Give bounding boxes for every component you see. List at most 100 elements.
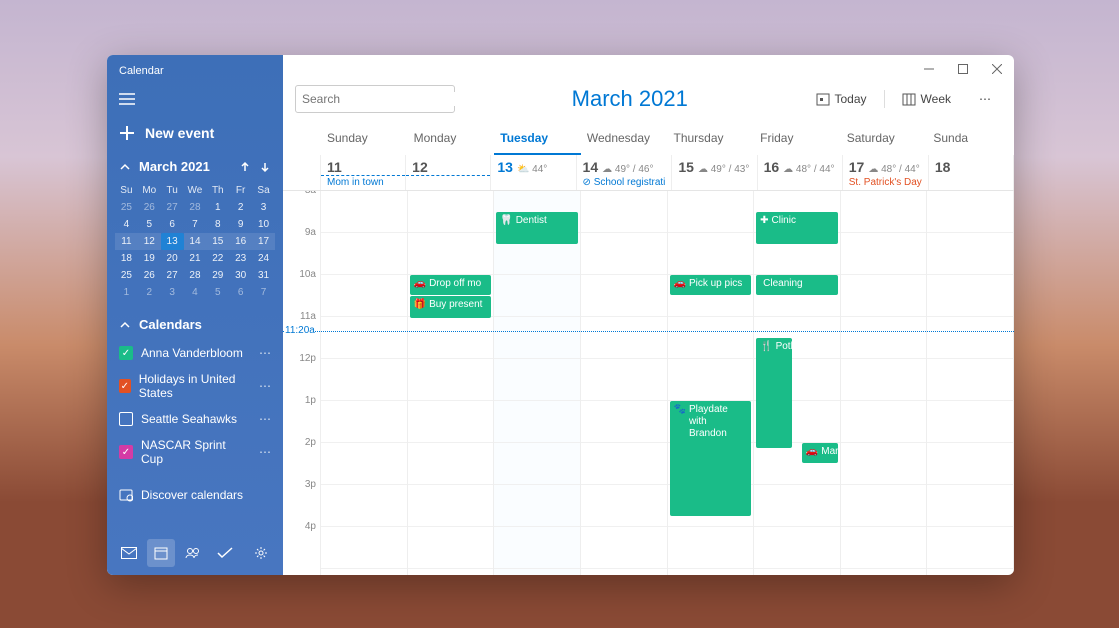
day-column[interactable]: 🦷Dentist bbox=[494, 191, 581, 575]
mini-cal-day[interactable]: 25 bbox=[115, 199, 138, 216]
mini-cal-day[interactable]: 27 bbox=[161, 267, 184, 284]
mini-cal-day[interactable]: 12 bbox=[138, 233, 161, 250]
date-cell[interactable]: 14☁ 49° / 46°⊘ School registrati bbox=[577, 155, 673, 190]
week-button[interactable]: Week bbox=[891, 86, 962, 112]
calendar-item[interactable]: NASCAR Sprint Cup⋯ bbox=[117, 432, 273, 472]
arrow-up-icon[interactable] bbox=[239, 161, 251, 173]
date-cell[interactable]: 17☁ 48° / 44°St. Patrick's Day bbox=[843, 155, 929, 190]
mini-cal-day[interactable]: 4 bbox=[115, 216, 138, 233]
day-header[interactable]: Sunda bbox=[927, 123, 1014, 155]
calendar-item[interactable]: Anna Vanderbloom⋯ bbox=[117, 340, 273, 366]
mail-icon[interactable] bbox=[115, 539, 143, 567]
mini-cal-day[interactable]: 11 bbox=[115, 233, 138, 250]
more-icon[interactable]: ⋯ bbox=[259, 412, 271, 426]
date-cell[interactable]: 11Mom in town bbox=[321, 155, 406, 190]
mini-cal-day[interactable]: 8 bbox=[206, 216, 229, 233]
arrow-down-icon[interactable] bbox=[259, 161, 271, 173]
event[interactable]: 🚗Drop off mo bbox=[410, 275, 492, 295]
mini-cal-day[interactable]: 28 bbox=[184, 267, 207, 284]
more-icon[interactable]: ⋯ bbox=[259, 445, 271, 459]
mini-cal-day[interactable]: 2 bbox=[138, 284, 161, 301]
mini-cal-day[interactable]: 23 bbox=[229, 250, 252, 267]
event[interactable]: 🐾Playdate with Brandon bbox=[670, 401, 752, 516]
mini-cal-day[interactable]: 5 bbox=[138, 216, 161, 233]
new-event-button[interactable]: New event bbox=[107, 115, 283, 151]
date-cell[interactable]: 18 bbox=[929, 155, 1014, 190]
hamburger-icon[interactable] bbox=[107, 87, 283, 115]
mini-cal-day[interactable]: 17 bbox=[252, 233, 275, 250]
more-button[interactable]: ⋯ bbox=[968, 86, 1002, 112]
mini-cal-day[interactable]: 1 bbox=[115, 284, 138, 301]
mini-cal-day[interactable]: 26 bbox=[138, 267, 161, 284]
settings-icon[interactable] bbox=[247, 539, 275, 567]
day-column[interactable] bbox=[841, 191, 928, 575]
chevron-up-icon[interactable] bbox=[119, 161, 131, 173]
mini-cal-day[interactable]: 4 bbox=[184, 284, 207, 301]
mini-cal-day[interactable]: 22 bbox=[206, 250, 229, 267]
event[interactable]: 🍴Potl bbox=[756, 338, 792, 448]
day-header[interactable]: Thursday bbox=[668, 123, 755, 155]
event[interactable]: 🎁Buy present bbox=[410, 296, 492, 318]
people-icon[interactable] bbox=[179, 539, 207, 567]
mini-cal-day[interactable]: 7 bbox=[184, 216, 207, 233]
mini-cal-day[interactable]: 18 bbox=[115, 250, 138, 267]
date-cell[interactable]: 16☁ 48° / 44° bbox=[758, 155, 843, 190]
mini-cal-day[interactable]: 21 bbox=[184, 250, 207, 267]
mini-cal-day[interactable]: 6 bbox=[161, 216, 184, 233]
day-column[interactable] bbox=[581, 191, 668, 575]
more-icon[interactable]: ⋯ bbox=[259, 379, 271, 393]
checkbox[interactable] bbox=[119, 412, 133, 426]
day-header[interactable]: Tuesday bbox=[494, 123, 581, 155]
mini-cal-day[interactable]: 6 bbox=[229, 284, 252, 301]
checkbox[interactable] bbox=[119, 379, 131, 393]
chevron-up-icon[interactable] bbox=[119, 319, 131, 331]
day-header[interactable]: Wednesday bbox=[581, 123, 668, 155]
mini-cal-day[interactable]: 29 bbox=[206, 267, 229, 284]
mini-cal-day[interactable]: 13 bbox=[161, 233, 184, 250]
mini-cal-day[interactable]: 10 bbox=[252, 216, 275, 233]
event[interactable]: 🦷Dentist bbox=[496, 212, 578, 244]
search-input[interactable] bbox=[302, 92, 457, 106]
mini-cal-day[interactable]: 30 bbox=[229, 267, 252, 284]
mini-cal-day[interactable]: 20 bbox=[161, 250, 184, 267]
day-header[interactable]: Friday bbox=[754, 123, 841, 155]
mini-cal-day[interactable]: 19 bbox=[138, 250, 161, 267]
mini-cal-day[interactable]: 25 bbox=[115, 267, 138, 284]
day-column[interactable]: 🚗Pick up pics 🐾Playdate with Brandon bbox=[668, 191, 755, 575]
day-header[interactable]: Monday bbox=[408, 123, 495, 155]
day-column[interactable]: 🚗Drop off mo🎁Buy present bbox=[408, 191, 495, 575]
todo-icon[interactable] bbox=[211, 539, 239, 567]
mini-cal-day[interactable]: 28 bbox=[184, 199, 207, 216]
mini-cal-day[interactable]: 3 bbox=[252, 199, 275, 216]
calendar-item[interactable]: Seattle Seahawks⋯ bbox=[117, 406, 273, 432]
mini-cal-day[interactable]: 7 bbox=[252, 284, 275, 301]
day-column[interactable] bbox=[927, 191, 1014, 575]
mini-cal-day[interactable]: 16 bbox=[229, 233, 252, 250]
mini-cal-day[interactable]: 24 bbox=[252, 250, 275, 267]
day-column[interactable]: ✚Clinic Cleaning 🍴Potl 🚗Mar bbox=[754, 191, 841, 575]
event[interactable]: Cleaning bbox=[756, 275, 838, 295]
calendar-item[interactable]: Holidays in United States⋯ bbox=[117, 366, 273, 406]
day-column[interactable] bbox=[321, 191, 408, 575]
mini-cal-day[interactable]: 31 bbox=[252, 267, 275, 284]
mini-cal-day[interactable]: 26 bbox=[138, 199, 161, 216]
more-icon[interactable]: ⋯ bbox=[259, 346, 271, 360]
day-header[interactable]: Saturday bbox=[841, 123, 928, 155]
checkbox[interactable] bbox=[119, 445, 133, 459]
discover-calendars[interactable]: Discover calendars bbox=[107, 480, 283, 510]
calendar-icon[interactable] bbox=[147, 539, 175, 567]
date-cell[interactable]: 12 bbox=[406, 155, 491, 190]
mini-cal-day[interactable]: 9 bbox=[229, 216, 252, 233]
mini-cal-day[interactable]: 1 bbox=[206, 199, 229, 216]
event[interactable]: 🚗Pick up pics bbox=[670, 275, 752, 295]
mini-cal-day[interactable]: 14 bbox=[184, 233, 207, 250]
event[interactable]: ✚Clinic bbox=[756, 212, 838, 244]
maximize-button[interactable] bbox=[946, 55, 980, 83]
search-box[interactable] bbox=[295, 85, 455, 113]
today-button[interactable]: Today bbox=[805, 86, 878, 112]
date-cell[interactable]: 15☁ 49° / 43° bbox=[672, 155, 757, 190]
mini-cal-day[interactable]: 3 bbox=[161, 284, 184, 301]
event[interactable]: 🚗Mar bbox=[802, 443, 838, 463]
minimize-button[interactable] bbox=[912, 55, 946, 83]
mini-cal-day[interactable]: 15 bbox=[206, 233, 229, 250]
